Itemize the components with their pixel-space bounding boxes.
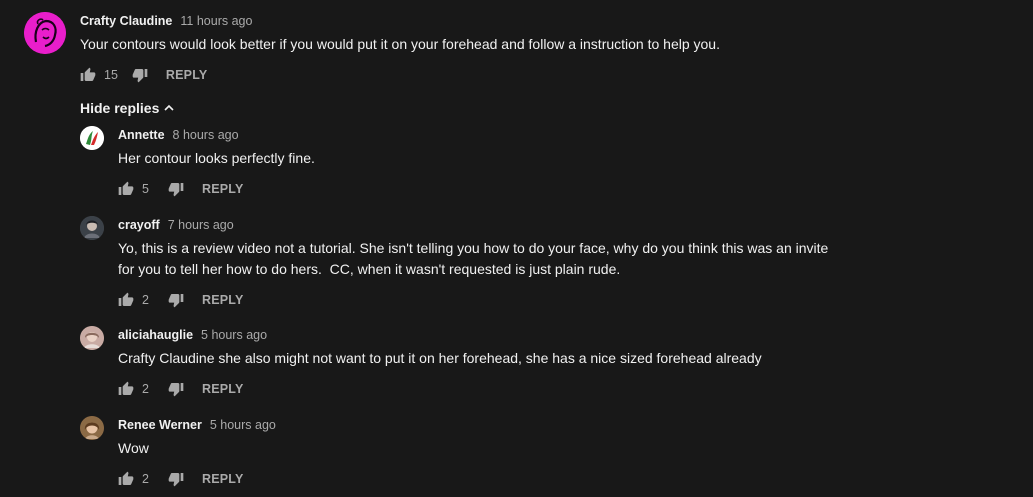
comment-actions: 5 REPLY (118, 177, 938, 201)
comment-author[interactable]: Renee Werner (118, 416, 202, 434)
comment-author[interactable]: Crafty Claudine (80, 12, 172, 30)
comment-actions: 2 REPLY (118, 377, 938, 401)
comment-actions: 15 REPLY (80, 63, 980, 87)
thumbs-down-icon[interactable] (132, 67, 148, 83)
comment-time[interactable]: 7 hours ago (168, 216, 234, 234)
comment-text: Crafty Claudine she also might not want … (118, 350, 762, 366)
like-count: 2 (142, 382, 149, 396)
avatar[interactable] (80, 216, 104, 240)
like-count: 15 (104, 68, 118, 82)
thumbs-down-icon[interactable] (168, 471, 184, 487)
comment-text: Her contour looks perfectly fine. (118, 150, 315, 166)
comment-author[interactable]: crayoff (118, 216, 160, 234)
comment-meta: Crafty Claudine 11 hours ago (80, 12, 980, 30)
thumbs-down-icon[interactable] (168, 381, 184, 397)
chevron-up-icon (163, 102, 175, 114)
like-count: 2 (142, 472, 149, 486)
top-comment: Crafty Claudine 11 hours ago Your contou… (24, 12, 980, 87)
comment-body: crayoff 7 hours ago Yo, this is a review… (118, 216, 838, 312)
avatar-logo-icon (80, 126, 104, 150)
reply-button[interactable]: REPLY (166, 68, 208, 82)
comment-meta: Renee Werner 5 hours ago (118, 416, 938, 434)
comment-body: aliciahauglie 5 hours ago Crafty Claudin… (118, 326, 938, 401)
hide-replies-button[interactable]: Hide replies (80, 98, 175, 118)
like-count: 5 (142, 182, 149, 196)
comment-time[interactable]: 5 hours ago (201, 326, 267, 344)
thumbs-up-icon[interactable] (118, 381, 134, 397)
comment-text: Yo, this is a review video not a tutoria… (118, 240, 833, 277)
avatar-face-icon (24, 12, 66, 54)
comment-meta: Annette 8 hours ago (118, 126, 938, 144)
comment-thread: Crafty Claudine 11 hours ago Your contou… (0, 0, 1033, 497)
avatar-photo-icon (80, 216, 104, 240)
comment-time[interactable]: 11 hours ago (180, 12, 252, 30)
reply-comment: Annette 8 hours ago Her contour looks pe… (80, 126, 938, 201)
comment-time[interactable]: 8 hours ago (173, 126, 239, 144)
avatar-photo-icon (80, 326, 104, 350)
avatar-photo-icon (80, 416, 104, 440)
reply-button[interactable]: REPLY (202, 472, 244, 486)
avatar[interactable] (80, 326, 104, 350)
reply-button[interactable]: REPLY (202, 293, 244, 307)
reply-comment: crayoff 7 hours ago Yo, this is a review… (80, 216, 838, 312)
comment-author[interactable]: aliciahauglie (118, 326, 193, 344)
thumbs-up-icon[interactable] (118, 471, 134, 487)
comment-body: Crafty Claudine 11 hours ago Your contou… (80, 12, 980, 87)
thumbs-up-icon[interactable] (118, 292, 134, 308)
comment-actions: 2 REPLY (118, 288, 838, 312)
reply-comment: Renee Werner 5 hours ago Wow 2 REPLY (80, 416, 938, 491)
avatar[interactable] (80, 416, 104, 440)
comment-text: Wow (118, 440, 149, 456)
avatar[interactable] (24, 12, 66, 54)
avatar[interactable] (80, 126, 104, 150)
comment-meta: crayoff 7 hours ago (118, 216, 838, 234)
comment-meta: aliciahauglie 5 hours ago (118, 326, 938, 344)
comment-body: Renee Werner 5 hours ago Wow 2 REPLY (118, 416, 938, 491)
hide-replies-label: Hide replies (80, 100, 160, 116)
comment-body: Annette 8 hours ago Her contour looks pe… (118, 126, 938, 201)
thumbs-down-icon[interactable] (168, 181, 184, 197)
like-count: 2 (142, 293, 149, 307)
reply-button[interactable]: REPLY (202, 182, 244, 196)
reply-comment: aliciahauglie 5 hours ago Crafty Claudin… (80, 326, 938, 401)
comment-time[interactable]: 5 hours ago (210, 416, 276, 434)
comment-text: Your contours would look better if you w… (80, 36, 720, 52)
comment-author[interactable]: Annette (118, 126, 165, 144)
thumbs-up-icon[interactable] (80, 67, 96, 83)
thumbs-down-icon[interactable] (168, 292, 184, 308)
thumbs-up-icon[interactable] (118, 181, 134, 197)
reply-button[interactable]: REPLY (202, 382, 244, 396)
comment-actions: 2 REPLY (118, 467, 938, 491)
